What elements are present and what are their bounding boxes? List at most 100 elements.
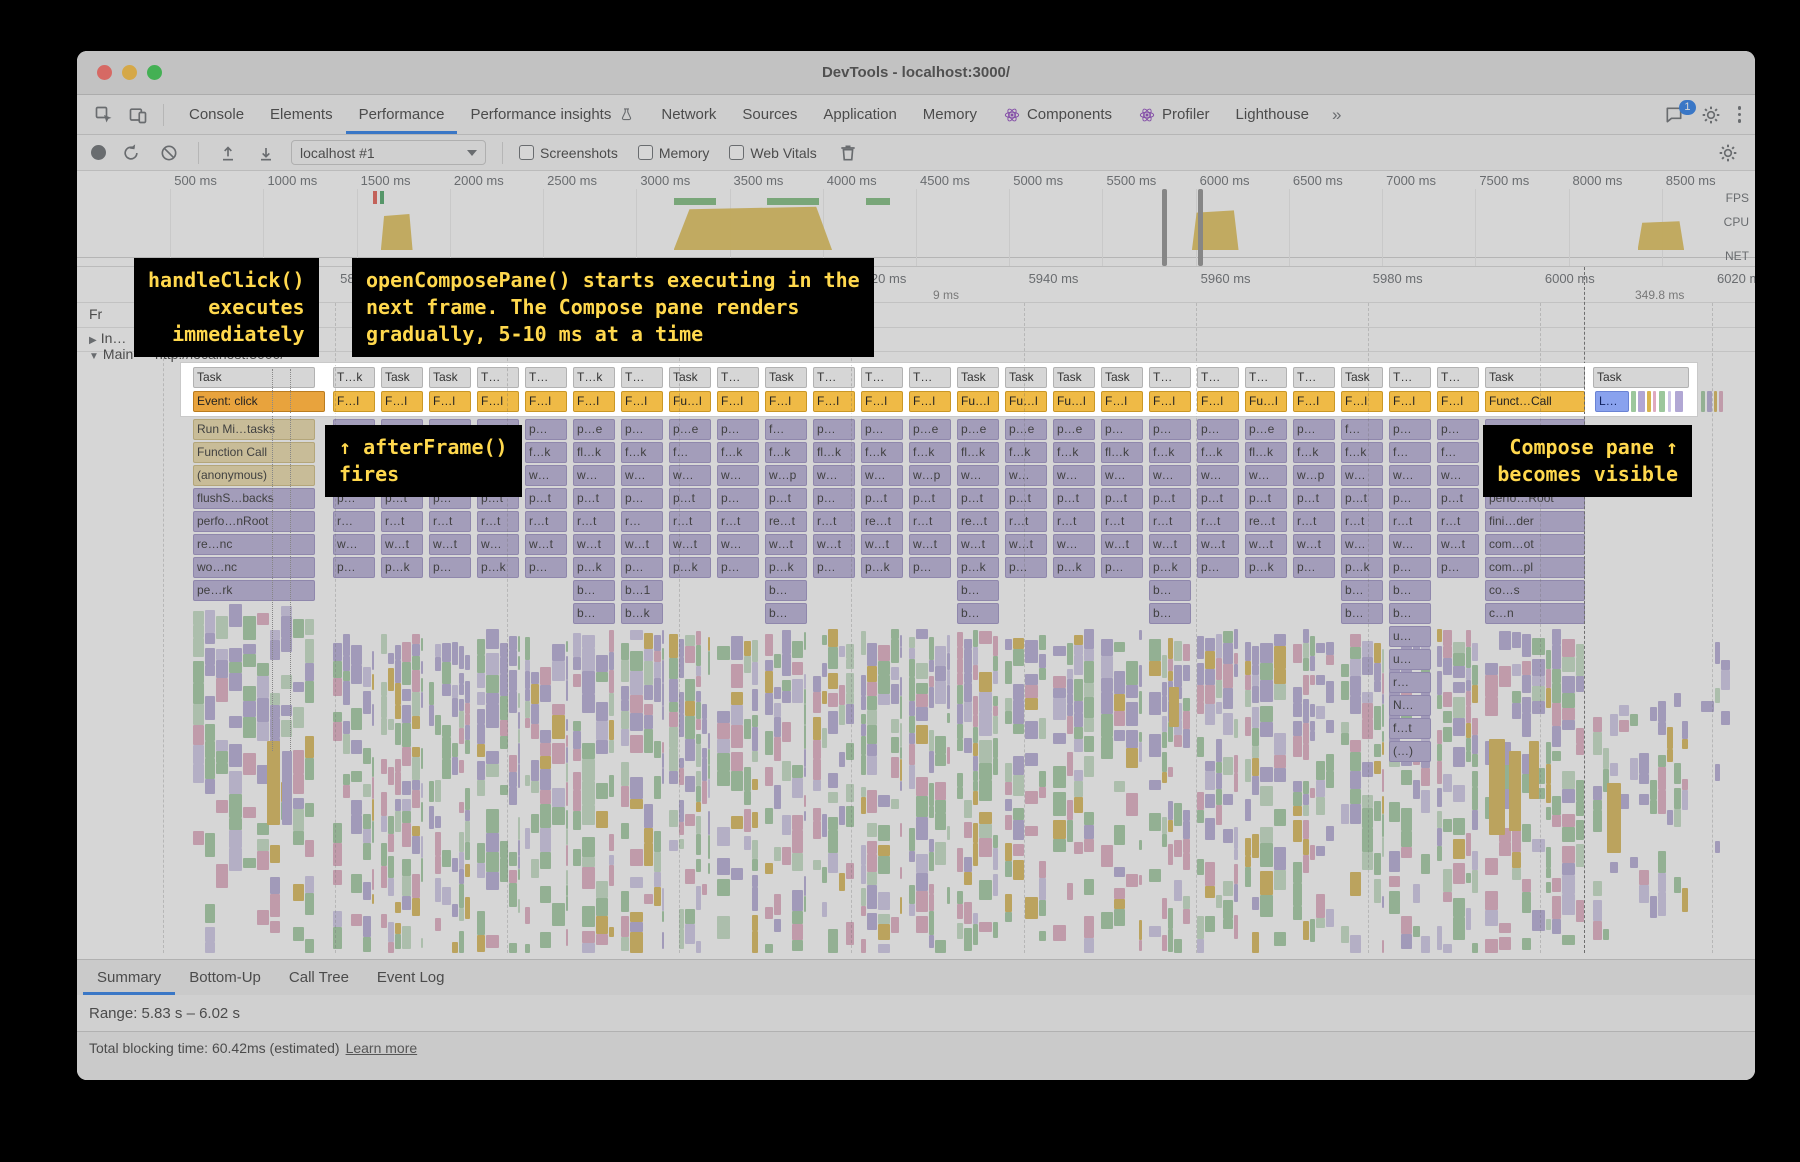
stack-bar[interactable]: p…t — [1197, 488, 1239, 509]
stack-bar[interactable]: w… — [429, 465, 471, 486]
stack-bar[interactable]: com…pl — [1485, 557, 1585, 578]
stack-bar-flushs-backs[interactable]: flushS…backs — [193, 488, 315, 509]
stack-bar[interactable]: r…t — [1389, 511, 1431, 532]
stack-bar[interactable]: p… — [333, 488, 375, 509]
task-bar[interactable]: Task — [957, 367, 999, 388]
stack-bar[interactable]: f…k — [1053, 442, 1095, 463]
stack-bar[interactable]: fl…k — [1101, 442, 1143, 463]
stack-bar[interactable]: p… — [717, 419, 759, 440]
stack-bar[interactable]: b… — [1149, 580, 1191, 601]
tab-profiler[interactable]: Profiler — [1125, 95, 1223, 134]
stack-bar[interactable]: f…k — [381, 442, 423, 463]
stack-bar[interactable]: f…k — [1149, 442, 1191, 463]
stack-bar[interactable]: p…e — [429, 419, 471, 440]
stack-bar[interactable]: p… — [621, 488, 663, 509]
stack-bar[interactable]: w…t — [621, 534, 663, 555]
stack-bar[interactable]: f…k — [1341, 442, 1383, 463]
stack-bar[interactable]: f…t — [1389, 718, 1431, 739]
stack-bar[interactable]: p…t — [765, 488, 807, 509]
stack-bar[interactable]: fl…k — [957, 442, 999, 463]
save-profile-icon[interactable] — [253, 140, 279, 166]
stack-bar[interactable]: p…k — [1245, 557, 1287, 578]
stack-bar[interactable]: b… — [957, 603, 999, 624]
stack-bar[interactable]: p…k — [1341, 557, 1383, 578]
stack-bar[interactable]: r…t — [813, 511, 855, 532]
stack-bar[interactable]: r…t — [909, 511, 951, 532]
stack-bar[interactable]: p…k — [381, 557, 423, 578]
more-tabs-chevron[interactable]: » — [1322, 105, 1351, 125]
function-call-bar[interactable]: F…l — [333, 391, 375, 412]
stack-bar[interactable]: p…t — [1149, 488, 1191, 509]
stack-bar[interactable]: r… — [621, 511, 663, 532]
stack-bar[interactable]: w… — [333, 534, 375, 555]
stack-bar[interactable]: u… — [1389, 626, 1431, 647]
selection-handle-left[interactable] — [1162, 189, 1167, 266]
stack-bar[interactable]: w…t — [429, 534, 471, 555]
function-call-bar[interactable]: F…l — [765, 391, 807, 412]
stack-bar[interactable]: p… — [1389, 557, 1431, 578]
task-bar[interactable]: Task — [1101, 367, 1143, 388]
stack-bar[interactable]: r…t — [1437, 511, 1479, 532]
timeline-overview[interactable]: 500 ms1000 ms1500 ms2000 ms2500 ms3000 m… — [77, 171, 1755, 267]
task-bar[interactable]: T… — [525, 367, 567, 388]
stack-bar[interactable]: re…t — [1245, 511, 1287, 532]
stack-bar[interactable]: p…k — [1053, 557, 1095, 578]
stack-bar[interactable]: p…k — [861, 557, 903, 578]
stack-bar[interactable]: p…k — [1149, 557, 1191, 578]
function-call-bar[interactable]: Funct…Call — [1485, 391, 1585, 412]
tab-elements[interactable]: Elements — [257, 95, 346, 134]
stack-bar[interactable]: p… — [909, 557, 951, 578]
stack-bar[interactable]: p…k — [957, 557, 999, 578]
task-bar[interactable]: Task — [765, 367, 807, 388]
stack-bar[interactable]: com…ot — [1485, 534, 1585, 555]
stack-bar[interactable]: b… — [1389, 580, 1431, 601]
stack-bar[interactable]: p… — [1101, 557, 1143, 578]
function-call-bar[interactable]: F…l — [429, 391, 471, 412]
stack-bar[interactable]: f…k — [909, 442, 951, 463]
stack-bar[interactable]: w…t — [909, 534, 951, 555]
stack-bar[interactable]: p…e — [909, 419, 951, 440]
stack-bar[interactable]: w… — [717, 465, 759, 486]
stack-bar[interactable]: w…t — [381, 534, 423, 555]
task-bar[interactable]: T…k — [333, 367, 375, 388]
stack-bar[interactable]: w…t — [813, 534, 855, 555]
stack-bar-re-nc[interactable]: re…nc — [193, 534, 315, 555]
stack-bar[interactable]: r…t — [1341, 511, 1383, 532]
issues-icon[interactable]: 1 — [1664, 105, 1684, 125]
stack-bar[interactable]: w…t — [957, 534, 999, 555]
stack-bar[interactable]: r… — [333, 511, 375, 532]
stack-bar[interactable]: p… — [1293, 557, 1335, 578]
stack-bar[interactable]: w… — [1389, 465, 1431, 486]
stack-bar[interactable]: f…k — [717, 442, 759, 463]
stack-bar[interactable]: p…e — [957, 419, 999, 440]
stack-bar[interactable]: w… — [381, 465, 423, 486]
checkbox-memory[interactable]: Memory — [638, 145, 710, 161]
stack-bar[interactable]: p…t — [1053, 488, 1095, 509]
stack-bar[interactable]: w…t — [669, 534, 711, 555]
stack-bar[interactable]: p… — [1197, 557, 1239, 578]
stack-bar[interactable]: r…t — [1149, 511, 1191, 532]
stack-bar[interactable]: r…t — [1053, 511, 1095, 532]
stack-bar[interactable]: w… — [1389, 534, 1431, 555]
stack-bar[interactable]: f… — [669, 442, 711, 463]
stack-bar[interactable]: r…t — [669, 511, 711, 532]
device-toolbar-icon[interactable] — [125, 102, 151, 128]
stack-bar-wo-nc[interactable]: wo…nc — [193, 557, 315, 578]
stack-bar[interactable]: p… — [1437, 557, 1479, 578]
stack-bar[interactable]: p… — [813, 419, 855, 440]
task-bar[interactable]: Task — [381, 367, 423, 388]
task-bar[interactable]: T… — [909, 367, 951, 388]
stack-bar[interactable]: p…e — [573, 419, 615, 440]
task-bar[interactable]: Task — [1485, 367, 1585, 388]
tab-console[interactable]: Console — [176, 95, 257, 134]
task-bar[interactable]: Task — [429, 367, 471, 388]
stack-bar[interactable]: re…t — [861, 511, 903, 532]
stack-bar[interactable]: f…k — [1293, 442, 1335, 463]
stack-bar[interactable]: w…t — [1101, 534, 1143, 555]
minimize-button[interactable] — [122, 65, 137, 80]
stack-bar[interactable]: p… — [813, 557, 855, 578]
zoom-button[interactable] — [147, 65, 162, 80]
task-bar[interactable]: T… — [1149, 367, 1191, 388]
function-call-bar[interactable]: F…l — [861, 391, 903, 412]
stack-bar[interactable]: p… — [333, 557, 375, 578]
